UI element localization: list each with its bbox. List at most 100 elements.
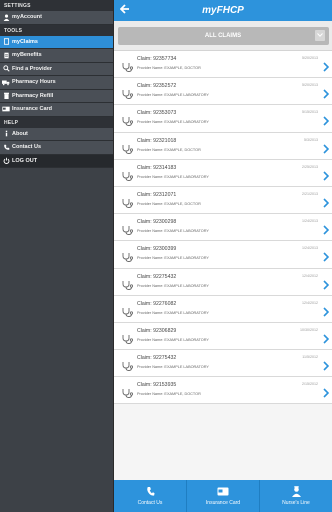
claim-number: Claim: 92321018 xyxy=(137,137,177,144)
claim-date: 1/24/2013 xyxy=(302,219,318,224)
stethoscope-icon xyxy=(122,113,134,131)
provider-name: Provider Name: EXAMPLE LABORATORY xyxy=(137,93,209,98)
sidebar: SETTINGS myAccount TOOLS myClaims myBene… xyxy=(0,0,113,512)
person-icon xyxy=(0,14,12,21)
claim-number: Claim: 92153935 xyxy=(137,382,177,389)
stethoscope-icon xyxy=(122,358,134,376)
stethoscope-icon xyxy=(122,195,134,213)
claim-number: Claim: 92300298 xyxy=(137,219,177,226)
tab-insurance-card[interactable]: Insurance Card xyxy=(187,480,260,512)
claim-date: 2/15/2012 xyxy=(302,382,318,387)
sidebar-item-myclaims[interactable]: myClaims xyxy=(0,35,113,49)
claim-number: Claim: 92312071 xyxy=(137,191,177,198)
claim-row[interactable]: Claim: 92353073 Provider Name: EXAMPLE LA… xyxy=(114,105,332,133)
truck-icon xyxy=(0,79,12,86)
tab-label: Insurance Card xyxy=(205,500,241,506)
settings-header: SETTINGS xyxy=(0,0,113,11)
claim-row[interactable]: Claim: 92306829 Provider Name: EXAMPLE LA… xyxy=(114,322,332,351)
chevron-right-icon xyxy=(323,86,330,104)
sidebar-item-mybenefits[interactable]: myBenefits xyxy=(0,49,113,63)
sidebar-item-myaccount[interactable]: myAccount xyxy=(0,11,113,25)
chevron-right-icon xyxy=(323,304,330,322)
stethoscope-icon xyxy=(122,249,134,267)
claim-row[interactable]: Claim: 92357734 Provider Name: EXAMPLE, D… xyxy=(114,51,332,79)
stethoscope-icon xyxy=(122,385,134,403)
sidebar-item-label: myAccount xyxy=(12,14,42,21)
claim-row[interactable]: Claim: 92275432 Provider Name: EXAMPLE LA… xyxy=(114,350,332,378)
sidebar-item-label: Contact Us xyxy=(12,144,42,151)
card-icon xyxy=(217,486,229,497)
claim-row[interactable]: Claim: 92312071 Provider Name: EXAMPLE, D… xyxy=(114,186,332,215)
provider-name: Provider Name: EXAMPLE LABORATORY xyxy=(137,310,209,315)
sidebar-background xyxy=(0,176,113,512)
tab-nurses-line[interactable]: Nurse's Line xyxy=(260,480,332,512)
claim-date: 2/25/2013 xyxy=(302,164,318,169)
claim-date: 1/24/2013 xyxy=(302,246,318,251)
info-icon xyxy=(0,130,12,137)
phone-icon xyxy=(146,486,155,497)
filter-bar: ALL CLAIMS xyxy=(114,21,332,51)
logout-button[interactable]: LOG OUT xyxy=(0,154,113,168)
sidebar-item-pharmacy-refill[interactable]: Pharmacy Refill xyxy=(0,89,113,103)
claim-number: Claim: 92300399 xyxy=(137,246,177,253)
provider-name: Provider Name: EXAMPLE LABORATORY xyxy=(137,337,209,342)
claim-number: Claim: 92352572 xyxy=(137,83,177,90)
claim-row[interactable]: Claim: 92275432 Provider Name: EXAMPLE LA… xyxy=(114,268,332,296)
claim-number: Claim: 92357734 xyxy=(137,56,177,62)
chevron-right-icon xyxy=(323,277,330,295)
sidebar-item-pharmacy-hours[interactable]: Pharmacy Hours xyxy=(0,76,113,90)
chevron-right-icon xyxy=(323,222,330,240)
chevron-right-icon xyxy=(323,195,330,213)
claim-row[interactable]: Claim: 92300399 Provider Name: EXAMPLE LA… xyxy=(114,241,332,269)
claims-filter-dropdown[interactable]: ALL CLAIMS xyxy=(117,26,329,45)
claim-row[interactable]: Claim: 92352572 Provider Name: EXAMPLE LA… xyxy=(114,78,332,106)
provider-name: Provider Name: EXAMPLE, DOCTOR xyxy=(137,392,201,397)
provider-name: Provider Name: EXAMPLE, DOCTOR xyxy=(137,66,201,70)
claim-row[interactable]: Claim: 92321018 Provider Name: EXAMPLE, D… xyxy=(114,132,332,160)
filter-label: ALL CLAIMS xyxy=(204,32,242,39)
logout-icon xyxy=(0,157,12,165)
tab-contact-us[interactable]: Contact Us xyxy=(114,480,187,512)
sidebar-item-insurance-card[interactable]: Insurance Card xyxy=(0,103,113,117)
provider-name: Provider Name: EXAMPLE LABORATORY xyxy=(137,256,209,261)
claim-date: 5/15/2013 xyxy=(302,110,318,115)
stethoscope-icon xyxy=(122,86,134,104)
claim-date: 5/3/2013 xyxy=(304,137,318,142)
provider-name: Provider Name: EXAMPLE LABORATORY xyxy=(137,120,209,125)
claim-row[interactable]: Claim: 92276082 Provider Name: EXAMPLE LA… xyxy=(114,295,332,323)
chevron-right-icon xyxy=(323,331,330,349)
main-panel: myFHCP ALL CLAIMS Claim: 92357734 Provide… xyxy=(113,0,332,512)
claim-date: 2/21/2013 xyxy=(302,191,318,196)
stethoscope-icon xyxy=(122,304,134,322)
claim-row[interactable]: Claim: 92300298 Provider Name: EXAMPLE LA… xyxy=(114,214,332,242)
tools-header: TOOLS xyxy=(0,24,113,36)
sidebar-item-find-provider[interactable]: Find a Provider xyxy=(0,62,113,76)
stethoscope-icon xyxy=(122,168,134,186)
provider-name: Provider Name: EXAMPLE, DOCTOR xyxy=(137,147,201,152)
claim-row[interactable]: Claim: 92314183 Provider Name: EXAMPLE LA… xyxy=(114,159,332,187)
logout-label: LOG OUT xyxy=(12,157,38,164)
document-icon xyxy=(0,52,12,59)
provider-name: Provider Name: EXAMPLE LABORATORY xyxy=(137,229,209,234)
pill-bottle-icon xyxy=(0,92,12,100)
claim-date: 12/4/2012 xyxy=(302,300,318,305)
provider-name: Provider Name: EXAMPLE LABORATORY xyxy=(137,174,209,179)
claim-number: Claim: 92276082 xyxy=(137,300,177,307)
chevron-right-icon xyxy=(323,113,330,131)
help-header: HELP xyxy=(0,116,113,128)
sidebar-item-contact-us[interactable]: Contact Us xyxy=(0,141,113,155)
page-title: myFHCP xyxy=(202,5,244,16)
claim-number: Claim: 92353073 xyxy=(137,110,177,117)
chevron-right-icon xyxy=(323,141,330,159)
chevron-down-icon xyxy=(314,29,325,41)
sidebar-item-about[interactable]: About xyxy=(0,127,113,141)
sidebar-item-label: About xyxy=(12,130,28,137)
claims-icon xyxy=(0,38,12,45)
sidebar-item-label: Find a Provider xyxy=(12,65,53,72)
claim-row[interactable]: Claim: 92153935 Provider Name: EXAMPLE, D… xyxy=(114,377,332,405)
claim-number: Claim: 92314183 xyxy=(137,164,177,171)
sidebar-item-label: myBenefits xyxy=(12,52,42,59)
top-bar: myFHCP xyxy=(114,0,332,21)
claim-number: Claim: 92306829 xyxy=(137,327,177,334)
search-icon xyxy=(0,65,12,72)
